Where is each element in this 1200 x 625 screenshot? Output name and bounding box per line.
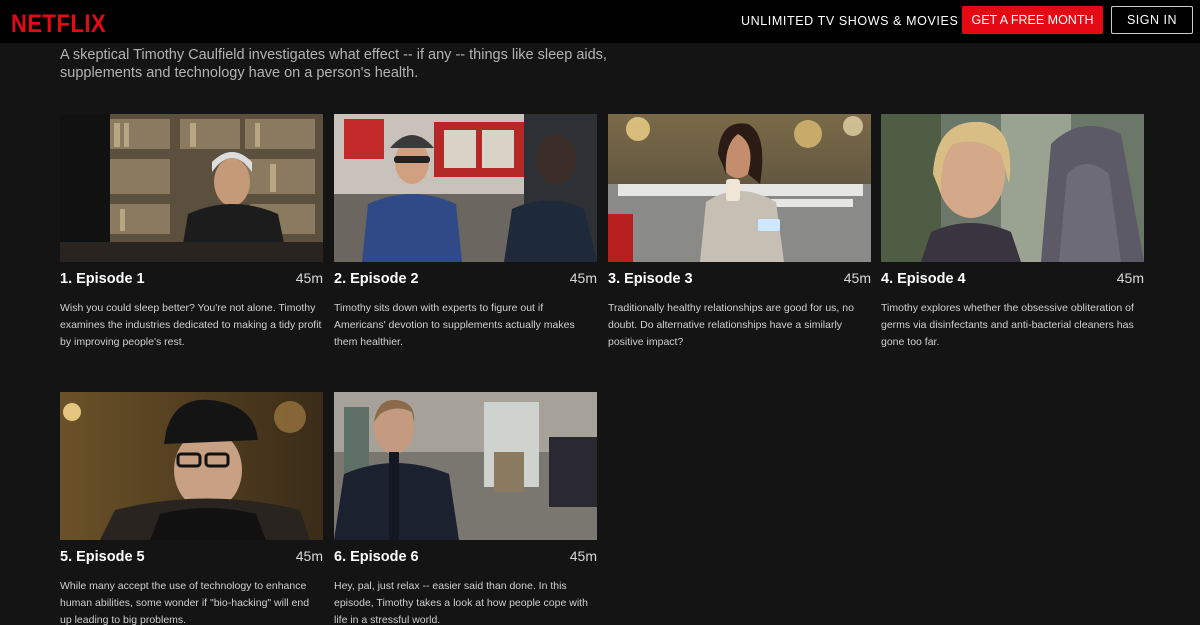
episode-thumbnail[interactable]	[60, 114, 323, 262]
episode-card[interactable]: 5. Episode 5 45m While many accept the u…	[60, 392, 323, 625]
episode-title[interactable]: 1. Episode 1	[60, 271, 145, 287]
episode-thumbnail-image	[881, 114, 1144, 262]
netflix-logo[interactable]: NETFLIX	[11, 9, 106, 39]
episode-thumbnail-image	[60, 114, 323, 262]
episode-card[interactable]: 2. Episode 2 45m Timothy sits down with …	[334, 114, 597, 351]
show-synopsis: A skeptical Timothy Caulfield investigat…	[60, 47, 607, 81]
episode-title[interactable]: 6. Episode 6	[334, 549, 419, 565]
episode-duration: 45m	[569, 548, 597, 564]
top-bar: NETFLIX UNLIMITED TV SHOWS & MOVIES GET …	[0, 0, 1200, 43]
get-free-month-button[interactable]: GET A FREE MONTH	[962, 6, 1103, 34]
episode-title[interactable]: 4. Episode 4	[881, 271, 966, 287]
episode-thumbnail[interactable]	[881, 114, 1144, 262]
episode-thumbnail[interactable]	[608, 114, 871, 262]
episode-description: Timothy sits down with experts to figure…	[334, 302, 575, 348]
episode-card[interactable]: 4. Episode 4 45m Timothy explores whethe…	[881, 114, 1144, 351]
episode-card[interactable]: 1. Episode 1 45m Wish you could sleep be…	[60, 114, 323, 351]
episode-description: Traditionally healthy relationships are …	[608, 302, 854, 348]
episode-thumbnail-image	[334, 114, 597, 262]
episode-description: While many accept the use of technology …	[60, 580, 310, 625]
episode-title[interactable]: 2. Episode 2	[334, 271, 419, 287]
episode-description: Wish you could sleep better? You're not …	[60, 302, 322, 348]
episode-description: Timothy explores whether the obsessive o…	[881, 302, 1134, 348]
episode-thumbnail[interactable]	[334, 114, 597, 262]
episode-duration: 45m	[295, 270, 323, 286]
tagline: UNLIMITED TV SHOWS & MOVIES	[741, 14, 959, 28]
episode-thumbnail-image	[60, 392, 323, 540]
episode-duration: 45m	[295, 548, 323, 564]
episode-duration: 45m	[843, 270, 871, 286]
episode-description: Hey, pal, just relax -- easier said than…	[334, 580, 588, 625]
episode-thumbnail[interactable]	[60, 392, 323, 540]
episode-thumbnail[interactable]	[334, 392, 597, 540]
episode-duration: 45m	[1116, 270, 1144, 286]
sign-in-button[interactable]: SIGN IN	[1111, 6, 1193, 34]
episode-title[interactable]: 3. Episode 3	[608, 271, 693, 287]
episode-card[interactable]: 6. Episode 6 45m Hey, pal, just relax --…	[334, 392, 597, 625]
episode-duration: 45m	[569, 270, 597, 286]
episode-title[interactable]: 5. Episode 5	[60, 549, 145, 565]
episode-thumbnail-image	[608, 114, 871, 262]
episode-card[interactable]: 3. Episode 3 45m Traditionally healthy r…	[608, 114, 871, 351]
episode-thumbnail-image	[334, 392, 597, 540]
